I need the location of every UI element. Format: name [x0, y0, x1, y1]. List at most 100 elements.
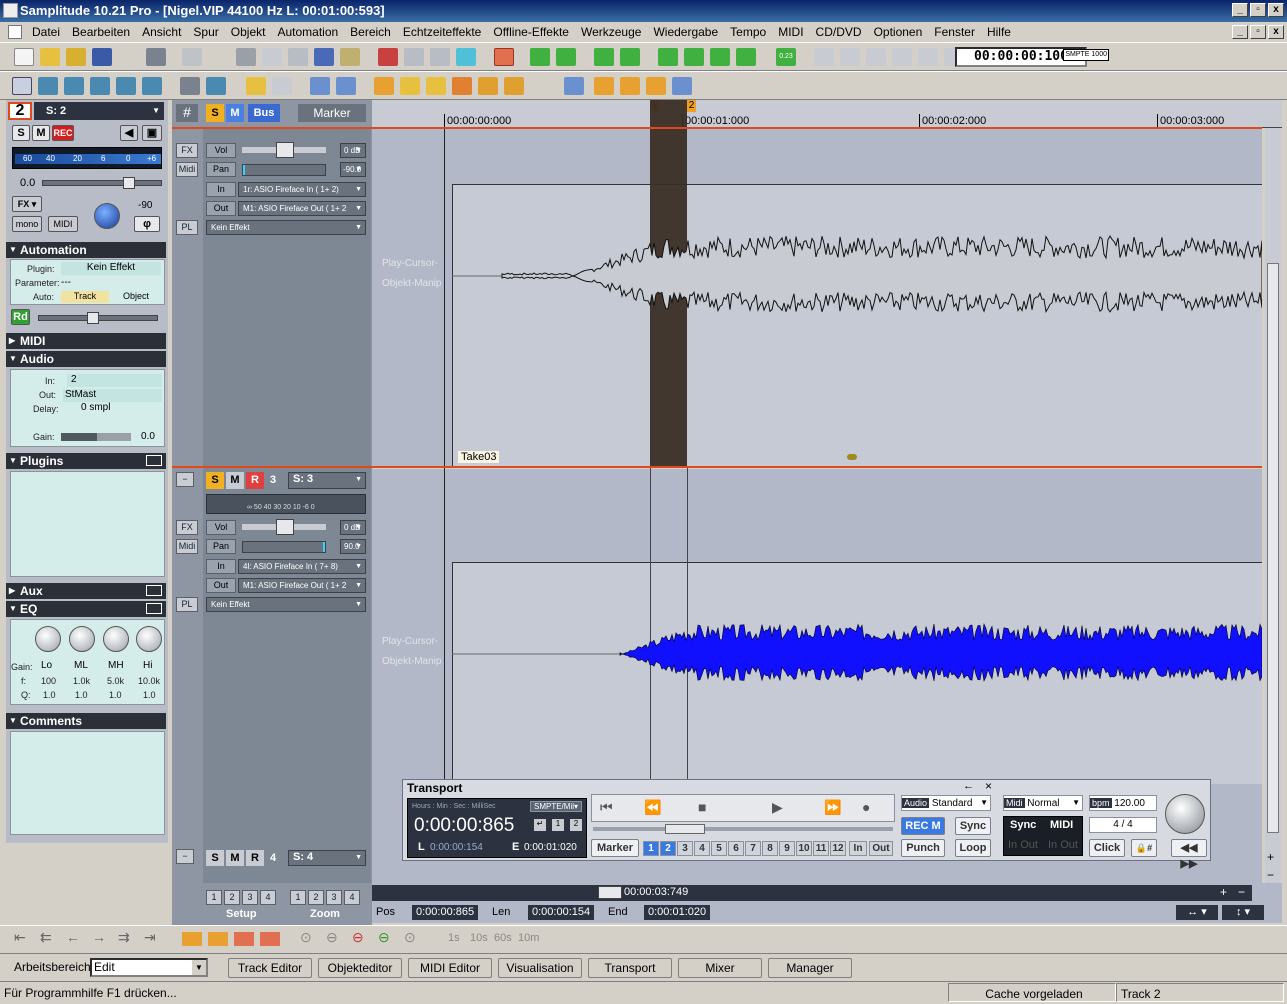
track2-mute-button[interactable]: M — [226, 472, 244, 489]
eq-lo-knob[interactable] — [35, 626, 61, 652]
global-mute-button[interactable]: M — [226, 104, 244, 122]
arrow-back-icon[interactable]: ◀ — [120, 125, 138, 141]
plugins-window-icon[interactable] — [146, 455, 162, 466]
punch-button[interactable]: Punch — [901, 839, 945, 857]
audio-mode-select[interactable]: Audio Standard ▼ — [901, 795, 991, 811]
track2-pl-button[interactable]: PL — [176, 597, 198, 612]
marker-num-4[interactable]: 4 — [694, 841, 710, 856]
redo-icon[interactable] — [182, 48, 202, 66]
scrub-tool-icon[interactable] — [336, 77, 356, 95]
marker-num-7[interactable]: 7 — [745, 841, 761, 856]
in-select[interactable]: 2 — [67, 374, 162, 387]
track2-out-select[interactable]: M1: ASIO Fireface Out ( 1+ 2 — [238, 578, 366, 593]
marker-num-5[interactable]: 5 — [711, 841, 727, 856]
nav1-icon[interactable] — [658, 48, 678, 66]
scroll-zoom-in-icon[interactable]: + — [1220, 885, 1227, 899]
track1-volume-slider[interactable] — [242, 142, 326, 158]
len-value[interactable]: 0:00:00:154 — [528, 905, 594, 920]
marker-nav5-icon[interactable]: ⊙ — [404, 929, 416, 946]
pan-knob[interactable] — [94, 203, 120, 229]
mixer-button[interactable]: Mixer — [678, 958, 762, 978]
bus-button[interactable]: Bus — [248, 104, 280, 122]
edit-mode-icon[interactable] — [452, 77, 472, 95]
track2-fx-button[interactable]: FX — [176, 520, 198, 535]
mono-button[interactable]: mono — [12, 216, 42, 232]
stop-icon[interactable]: ■ — [698, 799, 706, 815]
time-ruler[interactable]: 00:00:00:000 00:00:01:000 00:00:02:000 0… — [372, 100, 1282, 128]
menu-werkzeuge[interactable]: Werkzeuge — [575, 22, 647, 42]
eq-f-mh[interactable]: 5.0k — [107, 676, 124, 686]
comments-box[interactable] — [10, 731, 165, 835]
green-block-icon[interactable] — [530, 48, 550, 66]
doc-minimize-button[interactable]: _ — [1232, 25, 1248, 39]
setup-1-button[interactable]: 1 — [206, 890, 222, 905]
menu-bereich[interactable]: Bereich — [344, 22, 397, 42]
nav-forward-icon[interactable]: → — [92, 929, 106, 945]
lock-icon[interactable] — [374, 77, 394, 95]
phase-button[interactable]: φ — [134, 216, 160, 232]
marker-m-icon[interactable] — [494, 48, 514, 66]
time-2-button[interactable]: 2 — [570, 819, 582, 831]
transport-close-icon[interactable]: × — [985, 779, 992, 793]
close-button[interactable]: x — [1268, 3, 1284, 17]
setup-2-button[interactable]: 2 — [224, 890, 240, 905]
return-icon[interactable]: ↵ — [534, 819, 546, 831]
marker-out-button[interactable]: Out — [869, 841, 893, 856]
cursor3-icon[interactable] — [646, 77, 666, 95]
workspace-select[interactable]: Edit ▼ — [90, 958, 208, 977]
track2-collapse-button[interactable]: − — [176, 472, 194, 487]
transport-marker-button[interactable]: Marker — [591, 839, 639, 857]
jump-10m[interactable]: 10m — [518, 932, 539, 944]
track2-effect-select[interactable]: Kein Effekt — [206, 597, 366, 612]
object-name-label[interactable]: Take03 — [458, 451, 500, 463]
range-tool-icon[interactable] — [38, 77, 58, 95]
eq-q-mh[interactable]: 1.0 — [109, 690, 122, 700]
midi-sync-label[interactable]: MIDI — [1050, 819, 1073, 831]
object-tool-icon[interactable] — [64, 77, 84, 95]
object-nav4-icon[interactable] — [260, 932, 280, 946]
menu-datei[interactable]: Datei — [26, 22, 66, 42]
menu-automation[interactable]: Automation — [271, 22, 344, 42]
smpte-toggle[interactable]: SMPTE 1000 — [1063, 49, 1109, 61]
time-1-button[interactable]: 1 — [552, 819, 564, 831]
mute-button[interactable]: M — [32, 125, 50, 141]
midi-editor-button[interactable]: MIDI Editor — [408, 958, 492, 978]
counter-icon[interactable]: 0.23 — [776, 48, 796, 66]
cursor-left-icon[interactable] — [564, 77, 584, 95]
zoom-1-button[interactable]: 1 — [290, 890, 306, 905]
eq-q-ml[interactable]: 1.0 — [75, 690, 88, 700]
setup-4-button[interactable]: 4 — [260, 890, 276, 905]
track1-pan-slider[interactable] — [242, 164, 326, 176]
split-icon[interactable] — [314, 48, 334, 66]
marker-num-8[interactable]: 8 — [762, 841, 778, 856]
track2-midi-button[interactable]: Midi — [176, 539, 198, 554]
click-button[interactable]: Click — [1089, 839, 1125, 857]
bpm-field[interactable]: bpm 120.00 — [1089, 795, 1157, 811]
zoom-3-button[interactable]: 3 — [326, 890, 342, 905]
menu-hilfe[interactable]: Hilfe — [981, 22, 1017, 42]
nav-forward-fast-icon[interactable]: ⇉ — [118, 929, 130, 946]
minimize-button[interactable]: _ — [1232, 3, 1248, 17]
track1-fx-button[interactable]: FX — [176, 143, 198, 158]
eq-header[interactable]: EQ — [6, 601, 166, 617]
menu-optionen[interactable]: Optionen — [868, 22, 929, 42]
nav-arrows-button[interactable]: ◀◀ ▶▶ — [1171, 839, 1207, 870]
menu-offline-effekte[interactable]: Offline-Effekte — [487, 22, 575, 42]
cursor2-icon[interactable] — [620, 77, 640, 95]
v-zoom-select[interactable]: ↕ ▾ — [1222, 905, 1264, 920]
zoom-2-button[interactable]: 2 — [308, 890, 324, 905]
track2-solo-button[interactable]: S — [206, 472, 224, 489]
zoom-tool-icon[interactable] — [206, 77, 226, 95]
track3-collapse-button[interactable]: − — [176, 849, 194, 864]
eq-hi-knob[interactable] — [136, 626, 162, 652]
curve-tool-icon[interactable] — [90, 77, 110, 95]
midi-button[interactable]: MIDI — [48, 216, 78, 232]
global-solo-button[interactable]: S — [206, 104, 224, 122]
pos-value[interactable]: 0:00:00:865 — [412, 905, 478, 920]
track1-pl-button[interactable]: PL — [176, 220, 198, 235]
delete-icon[interactable] — [378, 48, 398, 66]
menu-cd-dvd[interactable]: CD/DVD — [810, 22, 868, 42]
marker-num-2[interactable]: 2 — [660, 841, 676, 856]
lock-tempo-button[interactable]: 🔒# — [1131, 839, 1157, 857]
loop-button[interactable]: Loop — [955, 839, 991, 857]
